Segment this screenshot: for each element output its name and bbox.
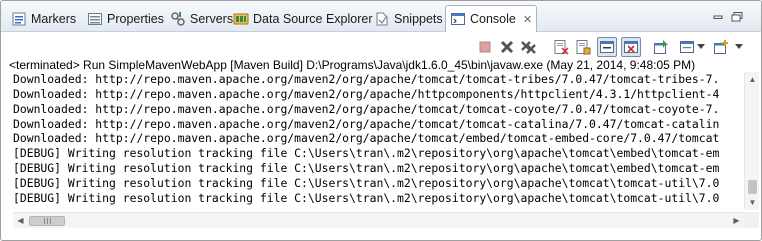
show-on-stdout-icon[interactable]	[597, 37, 617, 57]
clear-console-icon[interactable]	[551, 37, 571, 57]
pin-console-icon[interactable]	[651, 37, 671, 57]
vertical-scrollbar[interactable]: ▲ ▼	[744, 72, 759, 210]
console-line: Downloaded: http://repo.maven.apache.org…	[13, 86, 720, 101]
chevron-down-icon[interactable]	[695, 37, 707, 57]
console-toolbar	[1, 33, 761, 59]
console-line: [DEBUG] Writing resolution tracking file…	[13, 175, 720, 190]
console-line: Downloaded: http://repo.maven.apache.org…	[13, 116, 720, 131]
tab-label: Markers	[31, 12, 77, 26]
view-tab-bar: Markers Properties Servers Data Source E…	[1, 1, 761, 32]
snippets-icon	[374, 11, 390, 27]
close-icon[interactable]: ✕	[523, 13, 532, 26]
maximize-icon[interactable]	[730, 11, 744, 23]
scroll-down-icon[interactable]: ▼	[745, 195, 760, 210]
chevron-down-icon[interactable]	[733, 37, 745, 57]
tab-data-source-explorer[interactable]: Data Source Explorer	[229, 6, 377, 32]
horizontal-scroll-thumb[interactable]	[29, 216, 65, 226]
scrollbar-corner	[744, 212, 759, 228]
tab-console[interactable]: Console ✕	[445, 5, 537, 32]
console-line: [DEBUG] Writing resolution tracking file…	[13, 146, 720, 161]
tab-servers[interactable]: Servers	[166, 6, 237, 32]
scroll-lock-icon[interactable]	[573, 37, 593, 57]
console-view: Markers Properties Servers Data Source E…	[0, 0, 762, 241]
scroll-left-icon[interactable]: ◀	[13, 213, 28, 228]
console-output[interactable]: Downloaded: http://repo.maven.apache.org…	[13, 72, 744, 210]
properties-icon	[87, 11, 103, 27]
display-selected-console-icon[interactable]	[677, 37, 697, 57]
terminate-icon[interactable]	[475, 37, 495, 57]
markers-icon	[11, 11, 27, 27]
tab-label: Properties	[107, 12, 164, 26]
tab-label: Servers	[190, 12, 234, 26]
horizontal-scrollbar[interactable]: ◀ ▶	[13, 212, 744, 228]
show-on-stderr-icon[interactable]	[621, 37, 641, 57]
console-icon	[450, 11, 466, 27]
scroll-up-icon[interactable]: ▲	[745, 72, 760, 87]
console-line: Downloaded: http://repo.maven.apache.org…	[13, 101, 720, 116]
tab-snippets[interactable]: Snippets	[370, 6, 447, 32]
minimize-icon[interactable]	[711, 11, 725, 23]
vertical-scroll-thumb[interactable]	[748, 180, 757, 194]
remove-launch-icon[interactable]	[497, 37, 517, 57]
console-line: [DEBUG] Writing resolution tracking file…	[13, 190, 720, 205]
console-line: Downloaded: http://repo.maven.apache.org…	[13, 131, 720, 146]
tab-label: Snippets	[394, 12, 443, 26]
scroll-right-icon[interactable]: ▶	[729, 213, 744, 228]
tab-markers[interactable]: Markers	[7, 6, 80, 32]
tab-label: Data Source Explorer	[253, 12, 373, 26]
console-line: [DEBUG] Writing resolution tracking file…	[13, 161, 720, 176]
console-description: <terminated> Run SimpleMavenWebApp [Mave…	[9, 58, 696, 72]
tab-label: Console	[470, 12, 516, 26]
console-line: Downloaded: http://repo.maven.apache.org…	[13, 72, 720, 86]
open-console-icon[interactable]	[711, 37, 731, 57]
remove-all-terminated-icon[interactable]	[519, 37, 539, 57]
data-source-explorer-icon	[233, 11, 249, 27]
tab-properties[interactable]: Properties	[83, 6, 168, 32]
servers-icon	[170, 11, 186, 27]
